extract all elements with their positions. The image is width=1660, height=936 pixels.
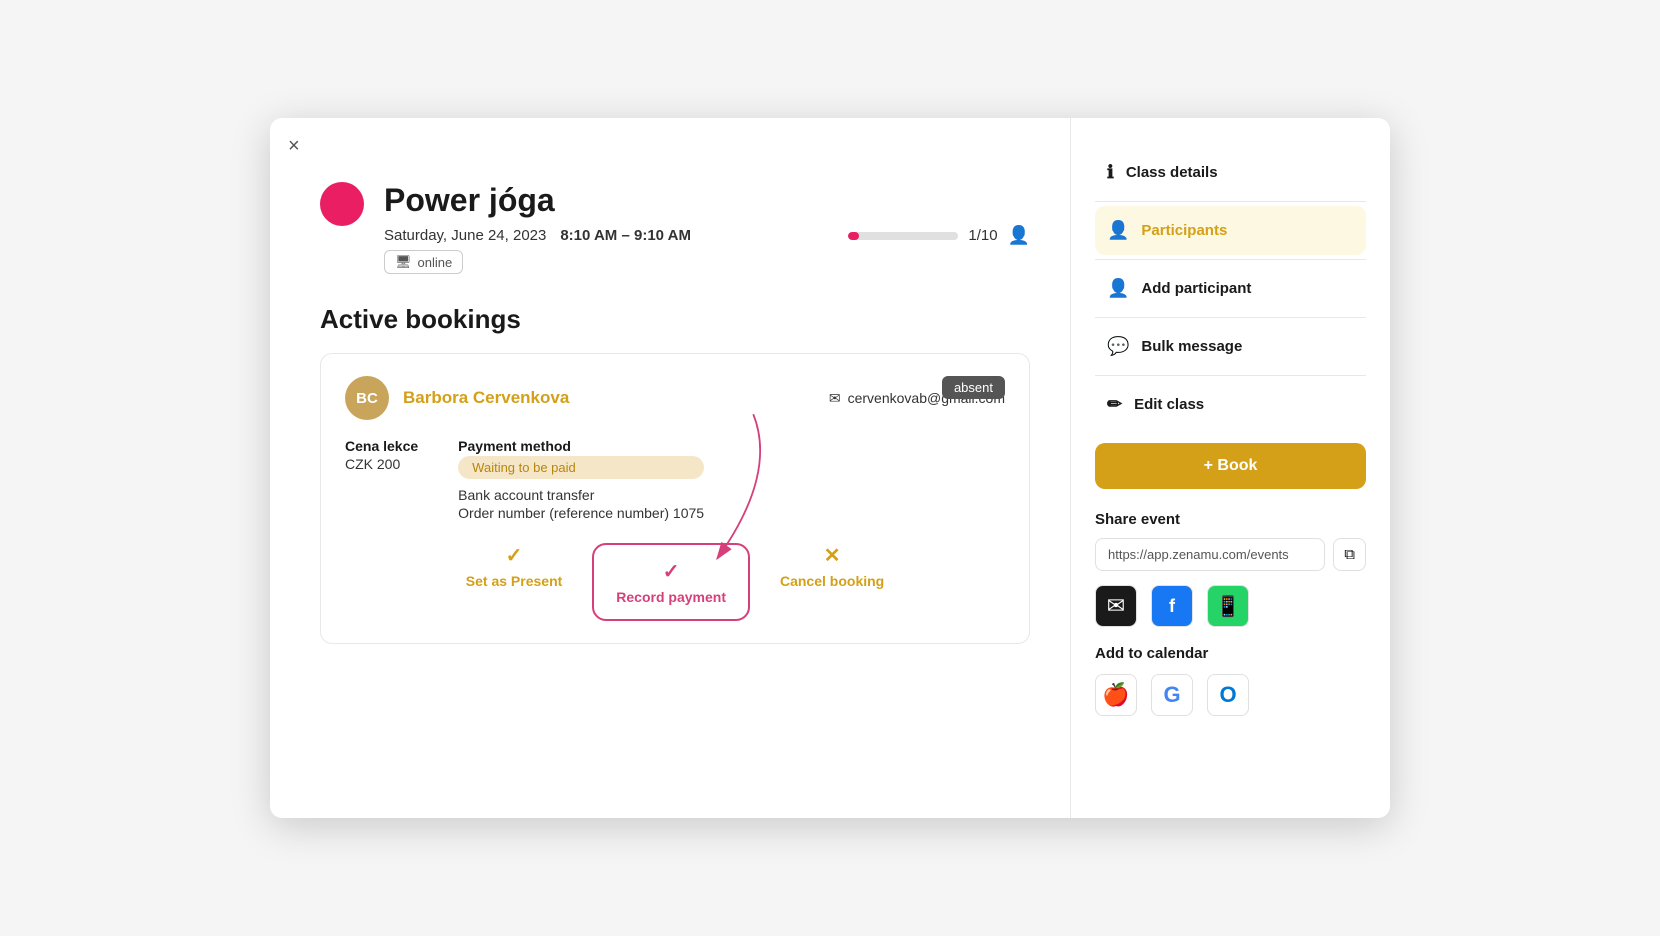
participants-label: Participants [1141, 222, 1227, 239]
add-participant-label: Add participant [1141, 280, 1251, 297]
share-url-row: https://app.zenamu.com/events ⧉ [1095, 538, 1366, 571]
google-calendar-button[interactable]: G [1151, 674, 1193, 716]
modal: × Power jóga Saturday, June 24, 2023 8:1… [270, 118, 1390, 818]
payment-method-value: Bank account transfer [458, 487, 704, 503]
person-icon: 👤 [1008, 225, 1030, 246]
class-details-label: Class details [1126, 164, 1218, 181]
action-buttons: ✓ Set as Present ✓ Record payment ✕ Canc… [345, 543, 1005, 621]
email-share-button[interactable]: ✉ [1095, 585, 1137, 627]
online-badge: 🖥 online [384, 250, 463, 274]
capacity-fill [848, 232, 859, 240]
share-title: Share event [1095, 511, 1366, 528]
order-number: Order number (reference number) 1075 [458, 505, 704, 521]
close-button[interactable]: × [288, 136, 300, 156]
price-value: CZK 200 [345, 456, 418, 472]
capacity-bar [848, 232, 958, 240]
section-title: Active bookings [320, 304, 1030, 335]
outlook-calendar-button[interactable]: O [1207, 674, 1249, 716]
divider-3 [1095, 317, 1366, 318]
capacity-count: 1/10 [968, 227, 997, 244]
main-content: Power jóga Saturday, June 24, 2023 8:10 … [270, 118, 1070, 818]
participant-name[interactable]: Barbora Cervenkova [403, 388, 569, 408]
sidebar-item-add-participant[interactable]: 👤 Add participant [1095, 264, 1366, 313]
capacity-section: 1/10 👤 [848, 225, 1030, 246]
record-payment-label: Record payment [616, 589, 726, 605]
sidebar-item-edit-class[interactable]: ✏ Edit class [1095, 380, 1366, 429]
edit-icon: ✏ [1107, 394, 1122, 415]
divider-1 [1095, 201, 1366, 202]
booking-card: absent BC Barbora Cervenkova ✉ cervenkov… [320, 353, 1030, 644]
price-label: Cena lekce [345, 438, 418, 454]
class-time: 8:10 AM – 9:10 AM [560, 227, 691, 244]
sidebar-item-class-details[interactable]: ℹ Class details [1095, 148, 1366, 197]
whatsapp-share-button[interactable]: 📱 [1207, 585, 1249, 627]
set-present-label: Set as Present [466, 573, 563, 589]
set-present-button[interactable]: ✓ Set as Present [466, 543, 563, 621]
cancel-booking-button[interactable]: ✕ Cancel booking [780, 543, 884, 621]
booking-details: Cena lekce CZK 200 Payment method Waitin… [345, 438, 1005, 521]
cancel-booking-label: Cancel booking [780, 573, 884, 589]
sidebar: ℹ Class details 👤 Participants 👤 Add par… [1070, 118, 1390, 818]
copy-url-button[interactable]: ⧉ [1333, 538, 1366, 571]
class-meta: Saturday, June 24, 2023 8:10 AM – 9:10 A… [384, 225, 1030, 246]
class-color-dot [320, 182, 364, 226]
add-participant-icon: 👤 [1107, 278, 1129, 299]
record-payment-icon: ✓ [663, 559, 680, 584]
divider-2 [1095, 259, 1366, 260]
price-col: Cena lekce CZK 200 [345, 438, 418, 472]
edit-class-label: Edit class [1134, 396, 1204, 413]
participant-header: BC Barbora Cervenkova ✉ cervenkovab@gmai… [345, 376, 1005, 420]
sidebar-item-bulk-message[interactable]: 💬 Bulk message [1095, 322, 1366, 371]
social-icons: ✉ f 📱 [1095, 585, 1366, 627]
divider-4 [1095, 375, 1366, 376]
book-button[interactable]: + Book [1095, 443, 1366, 489]
class-title: Power jóga [384, 182, 1030, 219]
sidebar-item-participants[interactable]: 👤 Participants [1095, 206, 1366, 255]
monitor-icon: 🖥 [395, 254, 412, 270]
online-label: online [418, 255, 453, 270]
share-url: https://app.zenamu.com/events [1095, 538, 1325, 571]
class-header: Power jóga Saturday, June 24, 2023 8:10 … [384, 172, 1030, 274]
share-section: Share event https://app.zenamu.com/event… [1095, 511, 1366, 627]
cancel-icon: ✕ [824, 543, 841, 568]
participants-icon: 👤 [1107, 220, 1129, 241]
calendar-title: Add to calendar [1095, 645, 1366, 662]
payment-col: Payment method Waiting to be paid Bank a… [458, 438, 704, 521]
calendar-icons: 🍎 G O [1095, 674, 1366, 716]
payment-method-label: Payment method [458, 438, 704, 454]
email-icon: ✉ [829, 390, 841, 407]
message-icon: 💬 [1107, 336, 1129, 357]
apple-calendar-button[interactable]: 🍎 [1095, 674, 1137, 716]
info-icon: ℹ [1107, 162, 1114, 183]
payment-status-badge: Waiting to be paid [458, 456, 704, 479]
record-payment-button[interactable]: ✓ Record payment [592, 543, 750, 621]
bulk-message-label: Bulk message [1141, 338, 1242, 355]
absent-badge: absent [942, 376, 1005, 399]
avatar: BC [345, 376, 389, 420]
class-date: Saturday, June 24, 2023 [384, 227, 546, 244]
check-icon: ✓ [506, 543, 523, 568]
facebook-share-button[interactable]: f [1151, 585, 1193, 627]
